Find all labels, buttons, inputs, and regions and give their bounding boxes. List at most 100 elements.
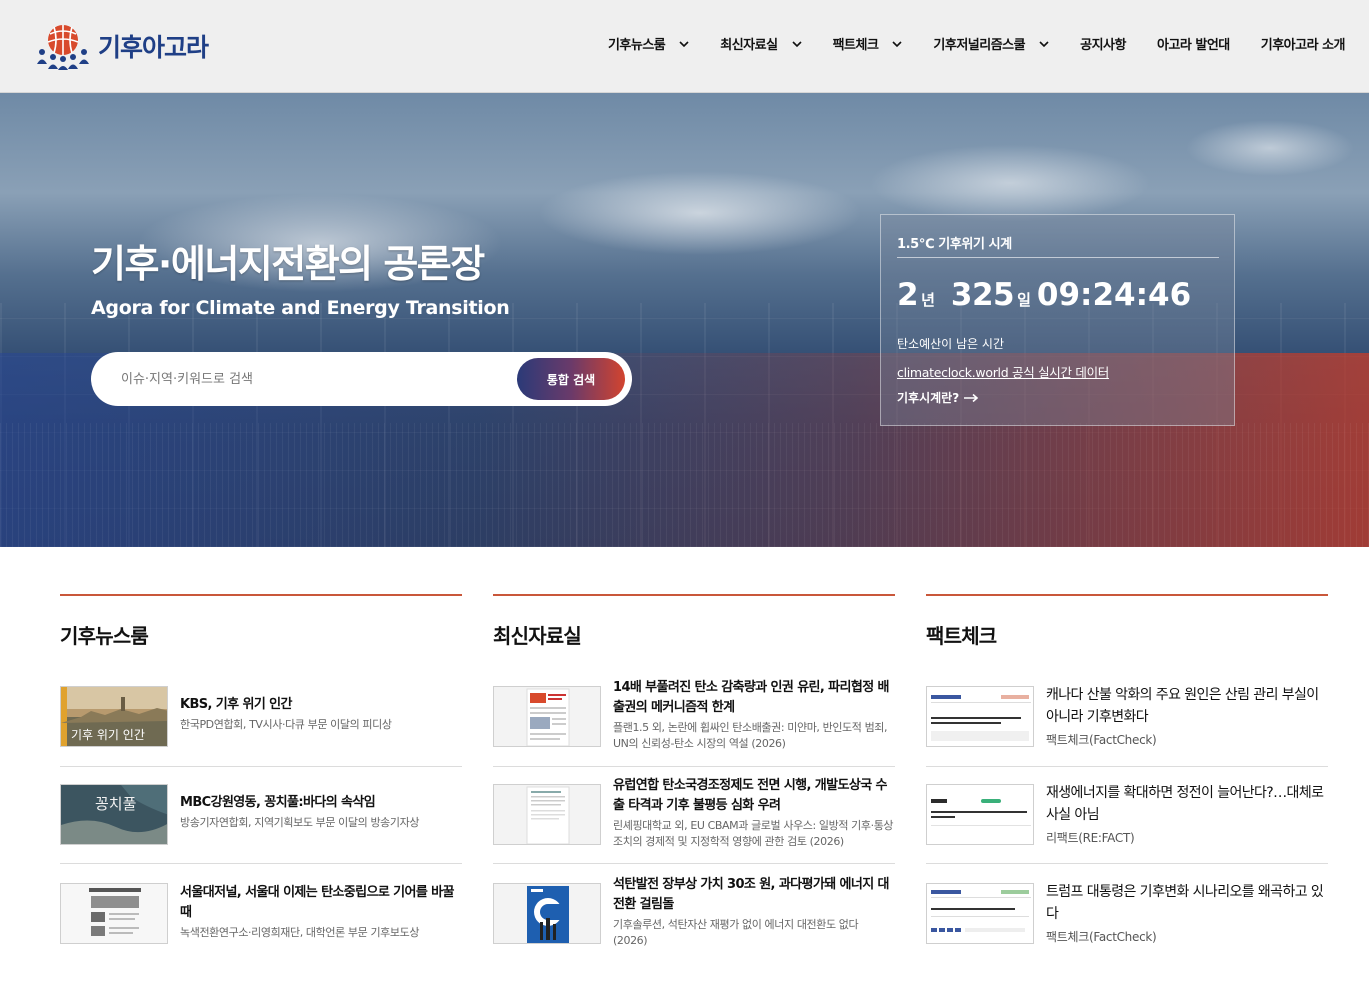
search-bar: 통합 검색 — [91, 352, 632, 406]
section-library: 최신자료실 14배 부풀려진 탄소 감축량과 인권 유린, 파리협정 배출권의 … — [493, 594, 895, 947]
list-item-text: 트럼프 대통령은 기후변화 시나리오를 왜곡하고 있다 팩트체크(FactChe… — [1046, 881, 1328, 945]
factcheck-thumbnail[interactable] — [926, 686, 1034, 747]
item-title[interactable]: 캐나다 산불 악화의 주요 원인은 산림 관리 부실이 아니라 기후변화다 — [1046, 684, 1328, 728]
factcheck-page-image — [927, 687, 1033, 746]
list-item-text: 재생에너지를 확대하면 정전이 늘어난다?…대체로 사실 아님 리팩트(RE:F… — [1046, 782, 1328, 846]
section-rule — [493, 594, 895, 596]
item-title[interactable]: 석탄발전 장부상 가치 30조 원, 과다평가돼 에너지 대전환 걸림돌 — [613, 875, 895, 915]
nav-item-factcheck[interactable]: 팩트체크 — [833, 34, 903, 53]
report-cover-image — [494, 785, 600, 844]
divider — [493, 766, 895, 767]
section-rule — [60, 594, 462, 596]
factcheck-page-image — [927, 884, 1033, 943]
nav-label: 기후아고라 소개 — [1260, 38, 1346, 53]
divider — [60, 863, 462, 864]
thumbnail-caption: 기후 위기 인간 — [71, 728, 145, 742]
clock-info-link[interactable]: 기후시계란? — [897, 389, 979, 406]
nav-item-notices[interactable]: 공지사항 — [1080, 34, 1126, 53]
divider — [493, 863, 895, 864]
list-item-text: 캐나다 산불 악화의 주요 원인은 산림 관리 부실이 아니라 기후변화다 팩트… — [1046, 684, 1328, 748]
item-meta: 플랜1.5 외, 논란에 휩싸인 탄소배출권: 미얀마, 반인도적 범죄, UN… — [613, 721, 888, 750]
list-item-text: 석탄발전 장부상 가치 30조 원, 과다평가돼 에너지 대전환 걸림돌 기후솔… — [613, 875, 895, 949]
chevron-down-icon — [1039, 40, 1049, 47]
item-title[interactable]: KBS, 기후 위기 인간 — [180, 695, 462, 715]
clock-hms: 09:24:46 — [1036, 277, 1192, 313]
factcheck-thumbnail[interactable] — [926, 883, 1034, 944]
nav-label: 공지사항 — [1080, 38, 1126, 53]
item-title[interactable]: 재생에너지를 확대하면 정전이 늘어난다?…대체로 사실 아님 — [1046, 782, 1328, 826]
webpage-thumbnail-image — [61, 884, 167, 943]
arrow-right-icon — [964, 393, 979, 402]
mbc-thumbnail-image: 꽁치풀 — [61, 785, 167, 844]
news-thumbnail[interactable]: 기후 위기 인간 — [60, 686, 168, 747]
item-meta: 방송기자연합회, 지역기획보도 부문 이달의 방송기자상 — [180, 816, 420, 829]
hero-title: 기후·에너지전환의 공론장 — [91, 242, 485, 286]
hero-subtitle: Agora for Climate and Energy Transition — [91, 297, 510, 319]
news-thumbnail[interactable]: 꽁치풀 — [60, 784, 168, 845]
refact-page-image — [927, 785, 1033, 844]
divider — [897, 257, 1219, 258]
report-cover-image — [494, 884, 600, 943]
thumbnail-caption: 꽁치풀 — [95, 795, 136, 813]
clock-days-unit: 일 — [1017, 291, 1031, 309]
list-item-text: 서울대저널, 서울대 이제는 탄소중립으로 기어를 바꿀 때 녹색전환연구소·리… — [180, 883, 462, 941]
nav-label: 아고라 발언대 — [1156, 38, 1230, 53]
clock-years-unit: 년 — [921, 291, 935, 309]
list-item-text: MBC강원영동, 꽁치풀:바다의 속삭임 방송기자연합회, 지역기획보도 부문 … — [180, 793, 462, 831]
globe-people-logo-icon — [37, 25, 89, 70]
divider — [926, 766, 1328, 767]
nav-item-forum[interactable]: 아고라 발언대 — [1157, 34, 1230, 53]
section-factcheck: 팩트체크 캐나다 산불 악화의 주요 원인은 산림 관리 부실이 아니라 기후변… — [926, 594, 1328, 944]
hero-banner: 기후·에너지전환의 공론장 Agora for Climate and Ener… — [0, 93, 1369, 547]
item-source: 리팩트(RE:FACT) — [1046, 831, 1135, 845]
report-cover-image — [494, 687, 600, 746]
search-input[interactable] — [121, 352, 501, 406]
nav-item-library[interactable]: 최신자료실 — [720, 34, 802, 53]
nav-item-newsroom[interactable]: 기후뉴스룸 — [608, 34, 689, 53]
item-meta: 녹색전환연구소·리영희재단, 대학언론 부문 기후보도상 — [180, 926, 420, 939]
clock-years: 2 — [897, 277, 919, 313]
section-title[interactable]: 최신자료실 — [493, 620, 895, 649]
item-source: 팩트체크(FactCheck) — [1046, 733, 1157, 747]
list-item-text: KBS, 기후 위기 인간 한국PD연합회, TV시사·다큐 부문 이달의 피디… — [180, 695, 462, 733]
chevron-down-icon — [792, 40, 802, 47]
clock-countdown: 2 년 325 일 09:24:46 — [897, 277, 1191, 313]
climate-clock-panel: 1.5℃ 기후위기 시계 2 년 325 일 09:24:46 탄소예산이 남은… — [880, 214, 1235, 426]
clock-label: 탄소예산이 남은 시간 — [897, 337, 1004, 351]
search-button[interactable]: 통합 검색 — [517, 358, 625, 400]
divider — [60, 766, 462, 767]
site-header: 기후아고라 기후뉴스룸 최신자료실 팩트체크 기후저널리즘스쿨 공지사항 아고라… — [0, 0, 1369, 93]
report-thumbnail[interactable] — [493, 686, 601, 747]
list-item-text: 유럽연합 탄소국경조정제도 전면 시행, 개발도상국 수출 타격과 기후 불평등… — [613, 776, 895, 850]
report-thumbnail[interactable] — [493, 784, 601, 845]
nav-label: 팩트체크 — [832, 38, 879, 53]
section-title[interactable]: 기후뉴스룸 — [60, 620, 462, 649]
item-meta: 기후솔루션, 석탄자산 재평가 없이 에너지 대전환도 없다 (2026) — [613, 918, 859, 947]
item-title[interactable]: 유럽연합 탄소국경조정제도 전면 시행, 개발도상국 수출 타격과 기후 불평등… — [613, 776, 895, 816]
factcheck-thumbnail[interactable] — [926, 784, 1034, 845]
item-title[interactable]: 14배 부풀려진 탄소 감축량과 인권 유린, 파리협정 배출권의 메커니즘적 … — [613, 678, 895, 718]
item-meta: 한국PD연합회, TV시사·다큐 부문 이달의 피디상 — [180, 718, 392, 731]
main-nav: 기후뉴스룸 최신자료실 팩트체크 기후저널리즘스쿨 공지사항 아고라 발언대 기… — [577, 34, 1346, 53]
site-logo[interactable]: 기후아고라 — [34, 22, 209, 70]
climateclock-source-link[interactable]: climateclock.world 공식 실시간 데이터 — [897, 362, 1109, 381]
nav-label: 기후저널리즘스쿨 — [933, 38, 1026, 53]
nav-item-journalism-school[interactable]: 기후저널리즘스쿨 — [933, 34, 1049, 53]
report-thumbnail[interactable] — [493, 883, 601, 944]
list-item-text: 14배 부풀려진 탄소 감축량과 인권 유린, 파리협정 배출권의 메커니즘적 … — [613, 678, 895, 752]
divider — [926, 863, 1328, 864]
nav-label: 기후뉴스룸 — [607, 38, 666, 53]
kbs-thumbnail-image: 기후 위기 인간 — [61, 687, 167, 746]
item-title[interactable]: 서울대저널, 서울대 이제는 탄소중립으로 기어를 바꿀 때 — [180, 883, 462, 923]
nav-item-about[interactable]: 기후아고라 소개 — [1260, 34, 1346, 53]
clock-title: 1.5℃ 기후위기 시계 — [897, 237, 1012, 252]
item-title[interactable]: MBC강원영동, 꽁치풀:바다의 속삭임 — [180, 793, 462, 813]
item-source: 팩트체크(FactCheck) — [1046, 930, 1157, 944]
chevron-down-icon — [892, 40, 902, 47]
item-meta: 린셰핑대학교 외, EU CBAM과 글로벌 사우스: 일방적 기후·통상 조치… — [613, 819, 894, 848]
chevron-down-icon — [679, 40, 689, 47]
item-title[interactable]: 트럼프 대통령은 기후변화 시나리오를 왜곡하고 있다 — [1046, 881, 1328, 925]
section-title[interactable]: 팩트체크 — [926, 620, 1328, 649]
clock-days: 325 — [950, 277, 1015, 313]
news-thumbnail[interactable] — [60, 883, 168, 944]
